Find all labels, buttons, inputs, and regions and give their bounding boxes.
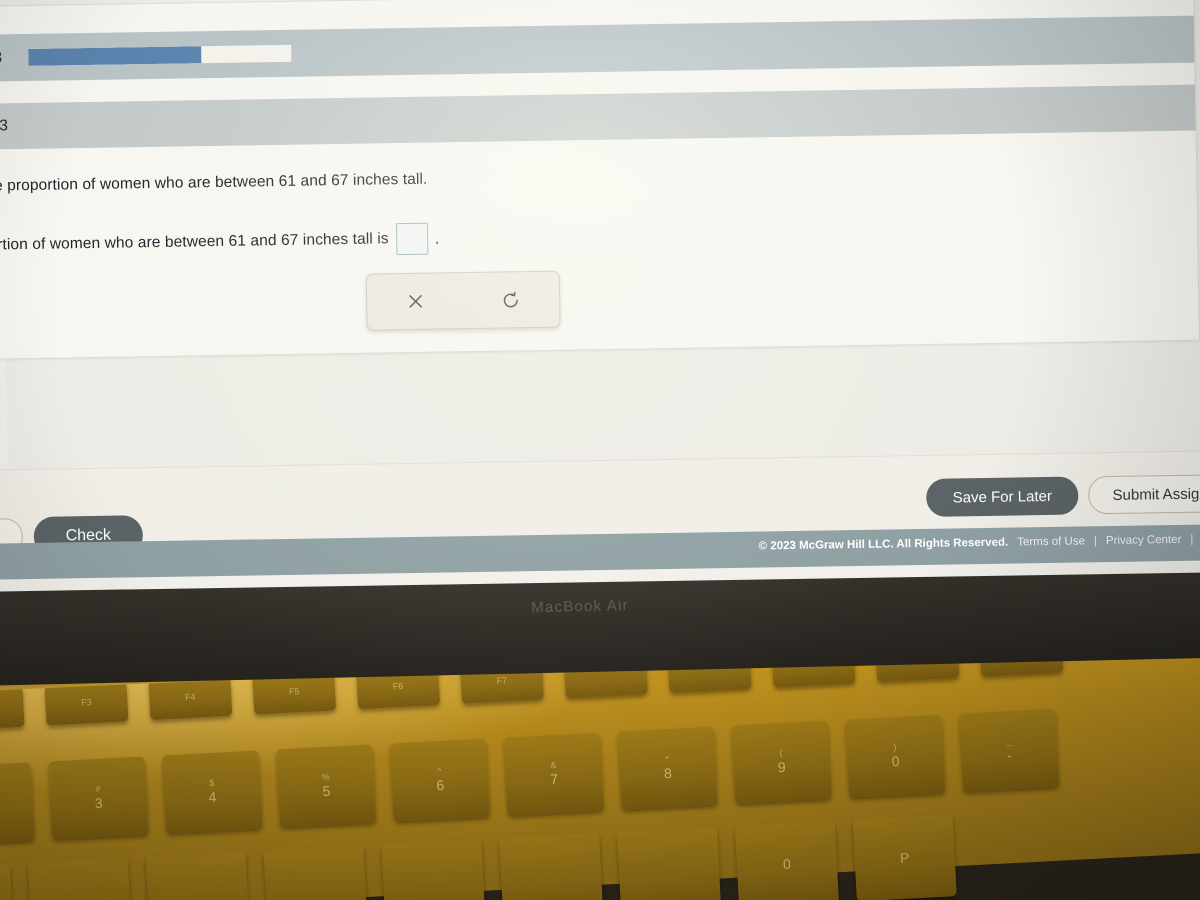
key-label: 6 [435, 776, 445, 794]
key-shift-label: ^ [437, 765, 442, 777]
key-3[interactable]: #3 [48, 756, 149, 840]
key-label: 4 [208, 788, 217, 806]
key-label: 0 [891, 752, 900, 770]
key-0[interactable]: ) 0 [845, 714, 946, 798]
key-label: 3 [94, 794, 104, 811]
key-e[interactable] [27, 857, 132, 900]
key-label: F6 [392, 680, 404, 692]
progress-fill [27, 46, 202, 66]
footer-separator: | [1190, 533, 1194, 546]
key-8[interactable]: * 8 [617, 726, 718, 810]
key-label: F4 [184, 691, 196, 703]
key-w[interactable] [0, 863, 15, 900]
key-shift-label: ( [779, 748, 783, 759]
key-shift-label: % [321, 771, 330, 783]
footer-separator: | [1093, 535, 1098, 548]
key-5[interactable]: % 5 [276, 744, 377, 828]
key-f2[interactable]: F2 [0, 686, 25, 731]
key-shift-label: * [665, 754, 670, 765]
question-card: t: 2 / 3 rt 3 of 3 ) Find the proportion… [0, 0, 1200, 361]
key-o[interactable]: 0 [734, 820, 839, 900]
terms-of-use-link[interactable]: Terms of Use [1017, 535, 1085, 548]
key-f3[interactable]: F3 [44, 681, 129, 726]
answer-lead-text: he proportion of women who are between 6… [0, 230, 389, 255]
key-minus[interactable]: _ - [959, 708, 1060, 792]
key-t[interactable] [263, 845, 368, 900]
key-i[interactable] [616, 826, 722, 900]
progress-bar-row: t: 2 / 3 [0, 15, 1195, 83]
key-r[interactable] [145, 851, 250, 900]
macbook-air-logo: MacBook Air [531, 597, 629, 617]
key-y[interactable] [381, 838, 486, 900]
laptop-screen: t: 2 / 3 rt 3 of 3 ) Find the proportion… [0, 0, 1200, 592]
key-p[interactable]: P [852, 814, 957, 900]
key-label: P [899, 849, 910, 866]
submit-assignment-button[interactable]: Submit Assignment [1087, 473, 1200, 515]
key-label: 8 [663, 764, 673, 782]
key-label: 9 [777, 758, 787, 776]
part-label: rt 3 of 3 [0, 117, 9, 135]
key-label: 0 [782, 855, 792, 873]
progress-label: t: 2 / 3 [0, 48, 3, 67]
answer-line: he proportion of women who are between 6… [0, 222, 440, 263]
key-shift-label: $ [209, 777, 215, 789]
key-label: F5 [288, 686, 300, 697]
question-prompt: ) Find the proportion of women who are b… [0, 170, 428, 196]
key-label: F3 [80, 697, 92, 708]
key-u[interactable] [499, 832, 604, 900]
copyright-text: © 2023 McGraw Hill LLC. All Rights Reser… [758, 536, 1009, 553]
key-2[interactable]: @2 [0, 762, 35, 846]
laptop-photo: F2 F3 F4 F5 F6 F7 @2 #3 $4 %5 ^6 &7 *8 (… [0, 0, 1200, 900]
question-body: ) Find the proportion of women who are b… [0, 130, 1199, 360]
key-shift-label: _ [1005, 736, 1012, 747]
key-4[interactable]: $4 [162, 750, 263, 834]
save-for-later-button[interactable]: Save For Later [926, 476, 1079, 517]
key-label: 5 [322, 782, 331, 800]
key-7[interactable]: & 7 [503, 732, 604, 816]
answer-tool-palette [365, 270, 561, 331]
answer-input[interactable] [395, 222, 428, 256]
answer-period: . [434, 228, 440, 248]
key-label: - [1006, 746, 1013, 764]
key-shift-label: # [95, 783, 101, 795]
key-6[interactable]: ^ 6 [390, 738, 490, 822]
undo-icon[interactable] [463, 272, 560, 329]
privacy-center-link[interactable]: Privacy Center [1106, 534, 1182, 547]
key-label: 7 [549, 770, 559, 788]
key-label: F7 [496, 675, 508, 686]
progress-track [27, 44, 292, 66]
x-icon[interactable] [367, 273, 464, 330]
key-9[interactable]: (9 [731, 720, 832, 804]
key-shift-label: & [550, 759, 557, 771]
key-shift-label: ) [893, 742, 897, 753]
